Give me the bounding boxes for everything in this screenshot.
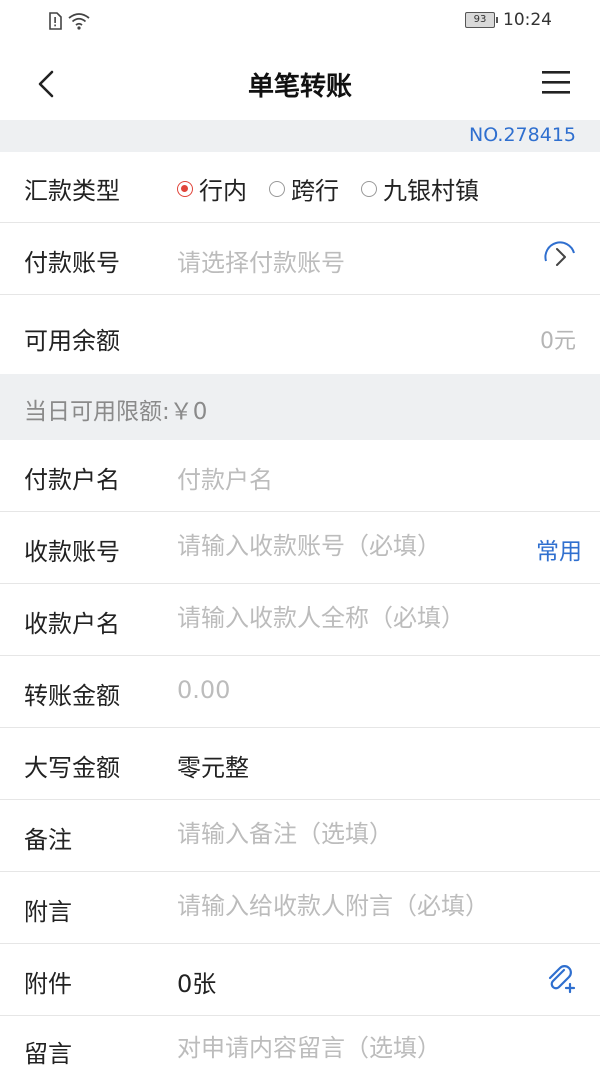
amount-label: 转账金额 bbox=[24, 682, 120, 710]
amount-uppercase-label: 大写金额 bbox=[24, 754, 120, 782]
hamburger-menu-icon bbox=[542, 71, 570, 94]
remark-label: 备注 bbox=[24, 826, 72, 854]
radio-jiuyin-village-bank[interactable]: 九银村镇 bbox=[361, 171, 479, 206]
payee-account-label: 收款账号 bbox=[24, 538, 120, 566]
nav-bar: 单笔转账 bbox=[0, 44, 600, 120]
amount-row: 转账金额 bbox=[0, 656, 600, 728]
payer-name-placeholder: 付款户名 bbox=[177, 466, 273, 494]
status-left-icons bbox=[48, 12, 90, 34]
postscript-input[interactable] bbox=[177, 892, 587, 920]
radio-unselected-icon bbox=[361, 180, 377, 197]
payer-name-row: 付款户名 付款户名 bbox=[0, 440, 600, 512]
remark-row: 备注 bbox=[0, 800, 600, 872]
sim-alert-icon bbox=[48, 12, 62, 34]
attachment-label: 附件 bbox=[24, 970, 72, 998]
status-time: 10:24 bbox=[503, 10, 552, 30]
pay-account-row[interactable]: 付款账号 请选择付款账号 bbox=[0, 223, 600, 295]
message-label: 留言 bbox=[24, 1040, 72, 1068]
payee-account-input[interactable] bbox=[177, 532, 517, 560]
payee-account-row: 收款账号 常用 bbox=[0, 512, 600, 584]
wifi-icon bbox=[68, 12, 90, 34]
radio-selected-icon bbox=[177, 180, 193, 197]
radio-label: 跨行 bbox=[291, 177, 339, 205]
available-balance-label: 可用余额 bbox=[24, 327, 120, 355]
radio-intra-bank[interactable]: 行内 bbox=[177, 171, 247, 206]
page-title: 单笔转账 bbox=[247, 72, 352, 102]
radio-inter-bank[interactable]: 跨行 bbox=[269, 171, 339, 206]
pay-account-label: 付款账号 bbox=[24, 249, 120, 277]
remit-type-row: 汇款类型 行内 跨行 九银村镇 bbox=[0, 152, 600, 223]
status-right: 93 10:24 bbox=[465, 10, 552, 30]
select-arrow-refresh-icon[interactable] bbox=[540, 239, 580, 279]
available-balance-value: 0元 bbox=[540, 329, 576, 354]
serial-number: NO.278415 bbox=[469, 124, 576, 146]
payer-name-label: 付款户名 bbox=[24, 466, 120, 494]
pay-account-placeholder[interactable]: 请选择付款账号 bbox=[177, 243, 345, 278]
postscript-label: 附言 bbox=[24, 898, 72, 926]
daily-limit-text: 当日可用限额:￥0 bbox=[24, 399, 208, 425]
remark-input[interactable] bbox=[177, 820, 577, 848]
frequent-payees-link[interactable]: 常用 bbox=[536, 532, 582, 566]
postscript-row: 附言 bbox=[0, 872, 600, 944]
message-input[interactable] bbox=[177, 1034, 577, 1062]
remit-type-label: 汇款类型 bbox=[24, 177, 120, 205]
remit-type-radio-group: 行内 跨行 九银村镇 bbox=[177, 171, 501, 206]
status-bar: 93 10:24 bbox=[0, 0, 600, 44]
payee-name-row: 收款户名 bbox=[0, 584, 600, 656]
amount-uppercase-row: 大写金额 零元整 bbox=[0, 728, 600, 800]
message-row: 留言 bbox=[0, 1016, 600, 1068]
amount-uppercase-value: 零元整 bbox=[177, 754, 249, 782]
menu-button[interactable] bbox=[538, 66, 574, 98]
attachment-count: 0张 bbox=[177, 970, 217, 998]
radio-unselected-icon bbox=[269, 180, 285, 197]
daily-limit-band: 当日可用限额:￥0 bbox=[0, 374, 600, 440]
available-balance-row: 可用余额 0元 bbox=[0, 295, 600, 374]
attachment-row: 附件 0张 bbox=[0, 944, 600, 1016]
radio-label: 九银村镇 bbox=[383, 177, 479, 205]
radio-label: 行内 bbox=[199, 177, 247, 205]
battery-icon: 93 bbox=[465, 12, 498, 28]
payee-name-label: 收款户名 bbox=[24, 610, 120, 638]
amount-input[interactable] bbox=[177, 676, 557, 704]
attach-paperclip-icon[interactable] bbox=[544, 962, 576, 998]
payee-name-input[interactable] bbox=[177, 604, 577, 632]
serial-number-bar: NO.278415 bbox=[0, 120, 600, 152]
